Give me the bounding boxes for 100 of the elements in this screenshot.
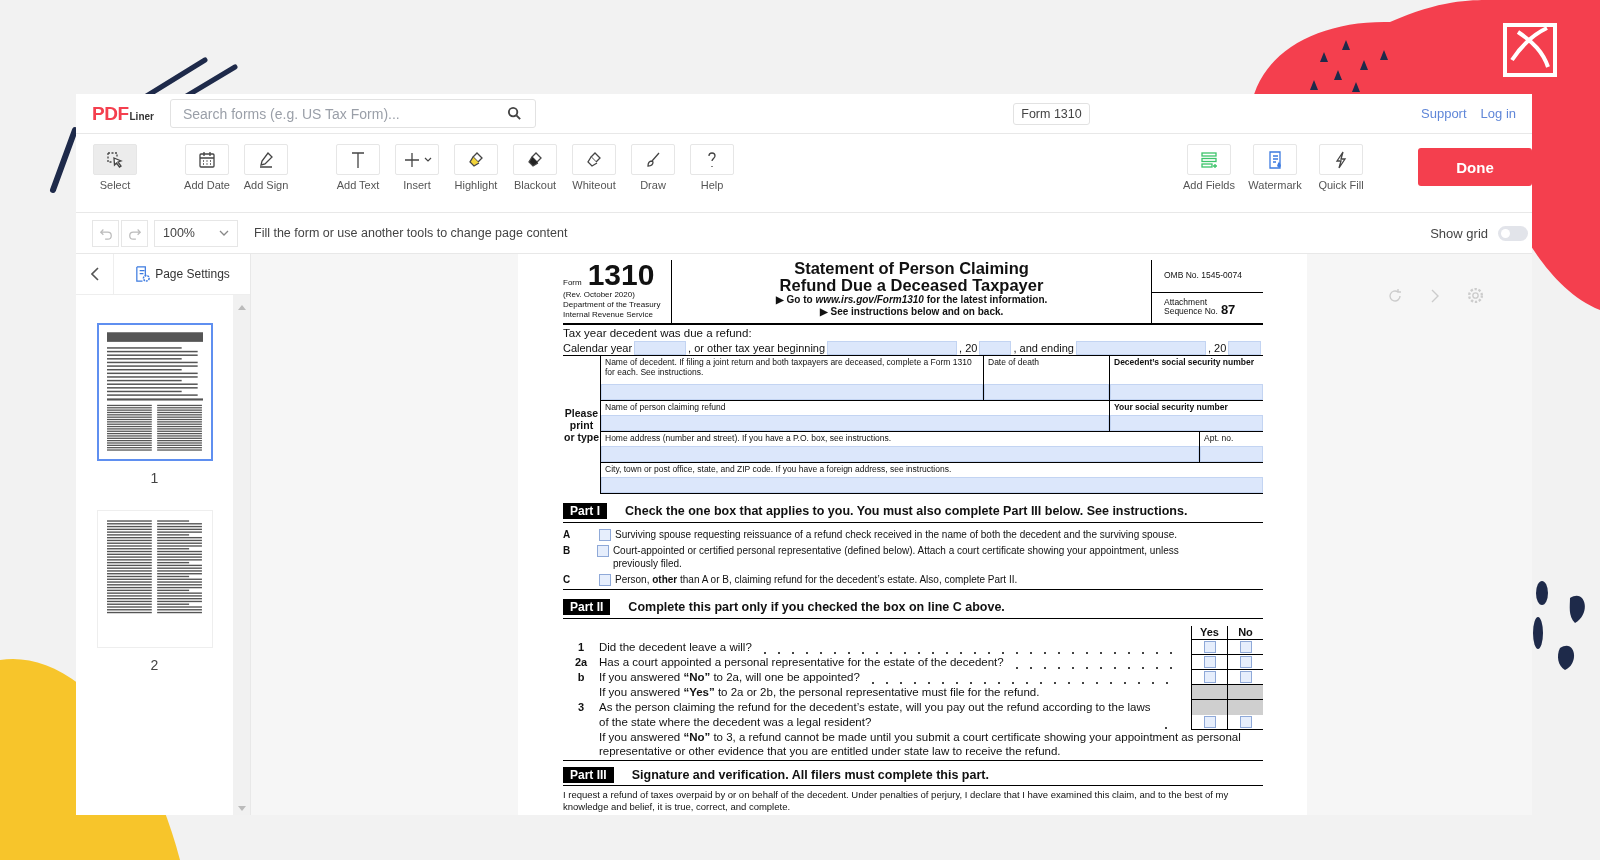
page-number: 2	[150, 657, 159, 673]
form-title: Refund Due a Deceased Taxpayer	[779, 277, 1044, 294]
field-label: Name of decedent. If filing a joint return and both taxpayers are deceased, complete a Form 1310 for each. See instructions.	[604, 356, 973, 377]
hint-text: Fill the form or use another tools to change page content	[254, 226, 568, 240]
input-field[interactable]	[601, 415, 1109, 431]
checkbox[interactable]	[1203, 641, 1216, 653]
instruction-text: ▶ Go to www.irs.gov/Form1310 for the latest information.	[775, 294, 1048, 306]
question-number: 1	[576, 640, 586, 655]
scroll-down-icon[interactable]	[237, 806, 246, 811]
tool-label: Quick Fill	[1318, 179, 1364, 191]
part-tag: Part I	[563, 503, 607, 519]
field-label: Calendar year	[563, 341, 633, 354]
form-label: Form	[563, 278, 582, 287]
input-field[interactable]	[634, 340, 687, 355]
field-label: , and ending	[1013, 341, 1074, 354]
section-heading: Tax year decedent was due a refund:	[563, 326, 753, 340]
redo-button[interactable]	[121, 219, 148, 247]
header-link[interactable]: Log in	[1480, 106, 1516, 121]
document-title: Form 1310	[1013, 102, 1090, 125]
tool-label: Draw	[640, 179, 666, 191]
question-note: If you answered “Yes” to 2a or 2b, the personal representative must file for the refund.	[599, 685, 1041, 700]
checkbox[interactable]	[1239, 641, 1252, 653]
settings-icon[interactable]	[1467, 287, 1484, 304]
logo[interactable]: PDFLiner	[92, 102, 154, 125]
field-label: , 20	[1208, 341, 1227, 354]
field-label: Your social security number	[1113, 401, 1229, 412]
option-letter: B	[563, 544, 572, 557]
input-field[interactable]	[601, 477, 1263, 493]
checkbox[interactable]	[596, 545, 609, 557]
tool-label: Select	[99, 179, 131, 191]
tool-label: Add Sign	[243, 179, 289, 191]
checkbox[interactable]	[1239, 656, 1252, 668]
input-field[interactable]	[601, 384, 983, 400]
part-heading: Check the one box that applies to you. You must also complete Part III below. See instructions.	[625, 504, 1188, 518]
department-text: Department of the Treasury	[563, 300, 662, 310]
caret-icon	[219, 230, 229, 236]
omb-number: OMB No. 1545-0074	[1152, 260, 1263, 293]
scrollbar[interactable]	[233, 295, 250, 815]
form-title: Statement of Person Claiming	[794, 260, 1029, 277]
tool-label: Insert	[403, 179, 431, 191]
undo-icon	[98, 226, 113, 240]
rotate-icon[interactable]	[1387, 287, 1403, 304]
input-field[interactable]	[1200, 446, 1263, 462]
input-field[interactable]	[984, 384, 1109, 400]
next-icon[interactable]	[1431, 288, 1439, 303]
question-number: 3	[576, 700, 586, 715]
part-tag: Part II	[563, 599, 611, 615]
question-text: Did the decedent leave a will?	[599, 640, 752, 655]
caret-icon	[424, 157, 432, 162]
list-icon	[1199, 149, 1219, 170]
checkbox[interactable]	[1239, 716, 1252, 728]
grid-toggle[interactable]	[1498, 225, 1528, 241]
toggle-label: Show grid	[1430, 225, 1488, 241]
tool-label: Whiteout	[572, 179, 616, 191]
checkbox[interactable]	[599, 574, 611, 586]
checkbox[interactable]	[1203, 671, 1216, 683]
question-number: b	[576, 670, 586, 685]
checkbox[interactable]	[599, 529, 611, 541]
input-field[interactable]	[1228, 340, 1261, 355]
search-icon[interactable]	[506, 106, 522, 121]
revision-text: (Rev. October 2020)	[563, 290, 636, 300]
tool-label: Blackout	[513, 179, 557, 191]
part-tag: Part III	[563, 767, 614, 783]
redo-icon	[127, 226, 142, 240]
option-text: Court-appointed or certified personal representative (defined below). Attach a court certificate showing your appointment, unless previously filed.	[612, 544, 1180, 570]
undo-button[interactable]	[92, 219, 119, 247]
tool-label: Highlight	[454, 179, 498, 191]
option-text: Person, other than A or B, claiming refund for the decedent’s estate. Also, complete Part II.	[615, 573, 1018, 586]
page-number: 1	[150, 470, 159, 486]
shaded-cell	[1192, 700, 1227, 715]
question-note: If you answered “No” to 3, a refund cannot be made until you submit a court certificate showing your appointment as personal representative or other evidence that you are entitled under state law to receive the refund.	[599, 730, 1242, 759]
cursor-icon	[105, 149, 125, 170]
done-button[interactable]: Done	[1418, 148, 1532, 186]
checkbox[interactable]	[1239, 671, 1252, 683]
declaration-text: I request a refund of taxes overpaid by or on behalf of the decedent. Under penalties of perjury, I declare that I have examined this claim, and to the best of my knowledge and belief, it is true, correct, and complete.	[563, 789, 1230, 813]
input-field[interactable]	[1110, 384, 1263, 400]
field-label: Name of person claiming refund	[604, 401, 727, 412]
scroll-up-icon[interactable]	[237, 305, 246, 310]
field-label: City, town or post office, state, and ZIP code. If you have a foreign address, see instructions.	[604, 463, 953, 474]
question-text: As the person claiming the refund for the decedent’s estate, will you pay out the refund according to the laws of the state where the decedent was a legal resident?	[599, 700, 1152, 730]
checkbox[interactable]	[1203, 716, 1216, 728]
search-field[interactable]: Search forms (e.g. US Tax Form)...	[169, 99, 536, 128]
question-text: Has a court appointed a personal representative for the estate of the decedent?	[599, 655, 1004, 670]
tool-label: Watermark	[1248, 179, 1302, 191]
input-field[interactable]	[601, 446, 1199, 462]
field-label: , 20	[959, 341, 978, 354]
option-text: Surviving spouse requesting reissuance of a refund check received in the name of both the decedent and the surviving spouse.	[615, 528, 1178, 541]
header-link[interactable]: Support	[1421, 106, 1467, 121]
input-field[interactable]	[979, 340, 1012, 355]
tool-button[interactable]	[513, 144, 557, 175]
input-field[interactable]	[1110, 415, 1263, 431]
zoom-select[interactable]: 100%	[154, 219, 238, 247]
field-label: Decedent’s social security number	[1113, 356, 1255, 367]
field-label: Home address (number and street). If you have a P.O. box, see instructions.	[604, 432, 893, 443]
sequence-label: Sequence No.	[1164, 307, 1218, 316]
attachment-label: Attachment	[1164, 298, 1208, 307]
part-heading: Complete this part only if you checked the box on line C above.	[628, 600, 1005, 614]
input-field[interactable]	[827, 340, 958, 355]
input-field[interactable]	[1076, 340, 1206, 355]
checkbox[interactable]	[1203, 656, 1216, 668]
